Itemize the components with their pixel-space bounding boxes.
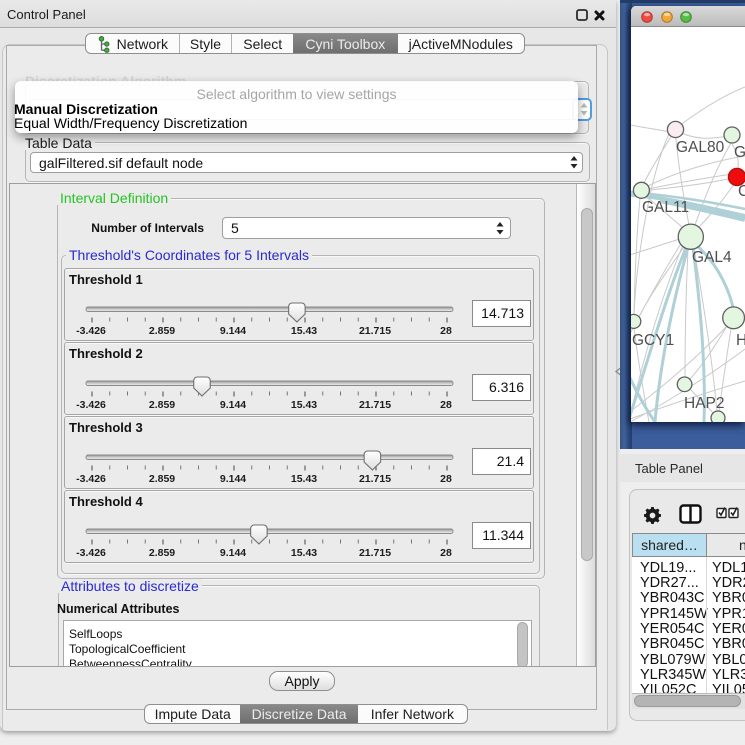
svg-text:28: 28	[440, 547, 452, 559]
svg-text:2.859: 2.859	[149, 547, 175, 559]
svg-text:-3.426: -3.426	[76, 547, 106, 559]
svg-text:21.715: 21.715	[359, 473, 391, 485]
svg-text:21.715: 21.715	[359, 399, 391, 411]
svg-text:GAL11: GAL11	[642, 199, 689, 216]
svg-text:2.859: 2.859	[149, 325, 175, 337]
svg-text:GCY1: GCY1	[632, 332, 674, 349]
svg-text:28: 28	[440, 399, 452, 411]
svg-text:15.43: 15.43	[291, 473, 317, 485]
svg-text:2.859: 2.859	[149, 473, 175, 485]
svg-text:15.43: 15.43	[291, 325, 317, 337]
svg-text:-3.426: -3.426	[76, 473, 106, 485]
svg-text:9.144: 9.144	[220, 325, 246, 337]
svg-text:21.715: 21.715	[359, 547, 391, 559]
svg-text:9.144: 9.144	[220, 473, 246, 485]
svg-text:GAL80: GAL80	[676, 139, 725, 156]
svg-text:GAL4: GAL4	[692, 249, 732, 266]
svg-text:9.144: 9.144	[220, 547, 246, 559]
svg-text:21.715: 21.715	[359, 325, 391, 337]
svg-text:GA: GA	[734, 144, 745, 161]
svg-text:H: H	[736, 332, 745, 349]
svg-text:-3.426: -3.426	[76, 399, 106, 411]
svg-text:28: 28	[440, 325, 452, 337]
svg-text:2.859: 2.859	[149, 399, 175, 411]
svg-text:-3.426: -3.426	[76, 325, 106, 337]
svg-text:15.43: 15.43	[291, 399, 317, 411]
svg-text:15.43: 15.43	[291, 547, 317, 559]
svg-text:9.144: 9.144	[220, 399, 246, 411]
svg-text:CD: CD	[738, 183, 745, 200]
svg-text:HAP2: HAP2	[684, 395, 725, 412]
svg-text:28: 28	[440, 473, 452, 485]
